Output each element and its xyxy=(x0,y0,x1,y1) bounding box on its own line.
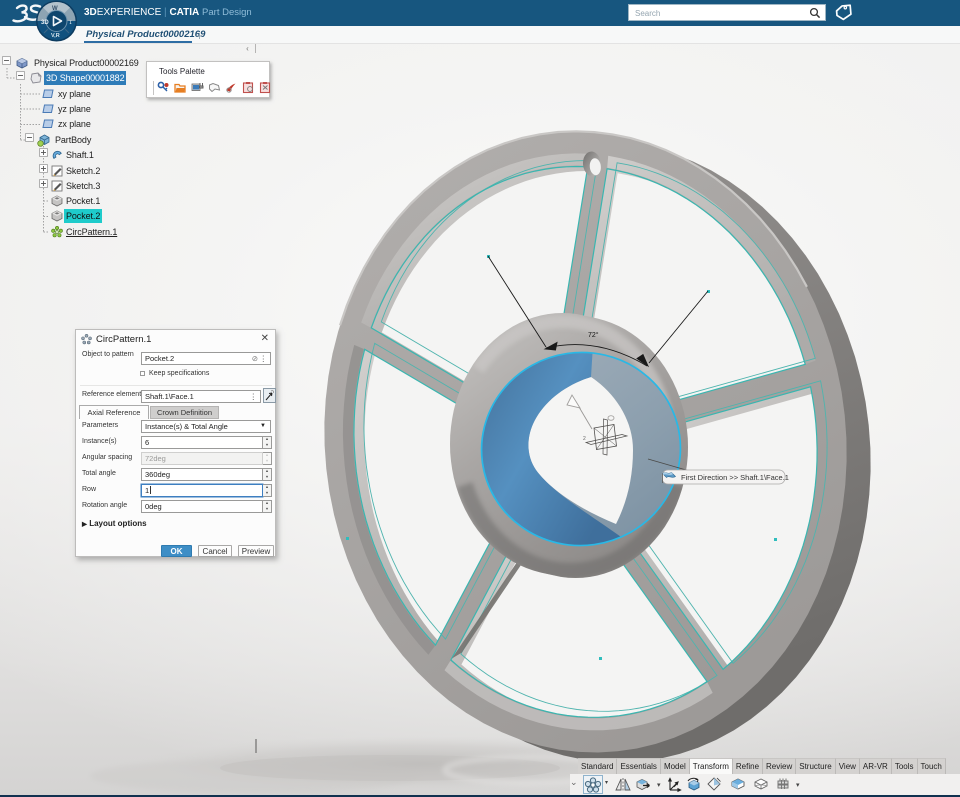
svg-text:V,R: V,R xyxy=(51,33,60,39)
svg-text:▾: ▾ xyxy=(657,782,661,789)
svg-text:2: 2 xyxy=(583,436,586,442)
svg-text:▾: ▾ xyxy=(796,782,800,789)
svg-text:72°: 72° xyxy=(588,331,599,339)
svg-text:3D: 3D xyxy=(41,20,49,26)
svg-text:ɪ: ɪ xyxy=(70,20,72,26)
svg-text:W: W xyxy=(52,6,58,12)
svg-text:First Direction >> Shaft.1\Fac: First Direction >> Shaft.1\Face.1 xyxy=(681,473,789,482)
